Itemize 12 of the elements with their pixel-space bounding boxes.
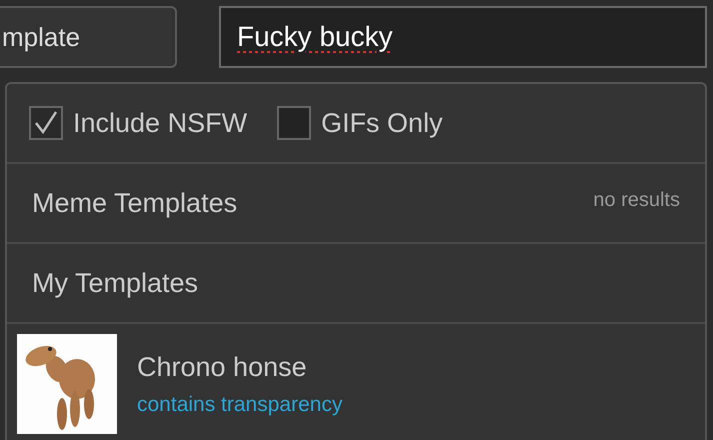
upload-template-button[interactable]: mplate (0, 6, 177, 68)
checkbox[interactable] (29, 106, 63, 140)
checkbox[interactable] (277, 106, 312, 140)
result-count: no results (593, 189, 680, 212)
section-title[interactable]: My Templates (32, 268, 198, 298)
template-title[interactable]: Chrono honse (137, 352, 342, 382)
checkbox-label: GIFs Only (321, 108, 443, 138)
search-field[interactable]: Fucky bucky (219, 6, 707, 68)
template-note: contains transparency (137, 392, 342, 416)
horse-thumbnail-drawing[interactable] (17, 334, 117, 434)
section-title[interactable]: Meme Templates (32, 188, 238, 218)
checkbox-label: Include NSFW (73, 108, 248, 138)
